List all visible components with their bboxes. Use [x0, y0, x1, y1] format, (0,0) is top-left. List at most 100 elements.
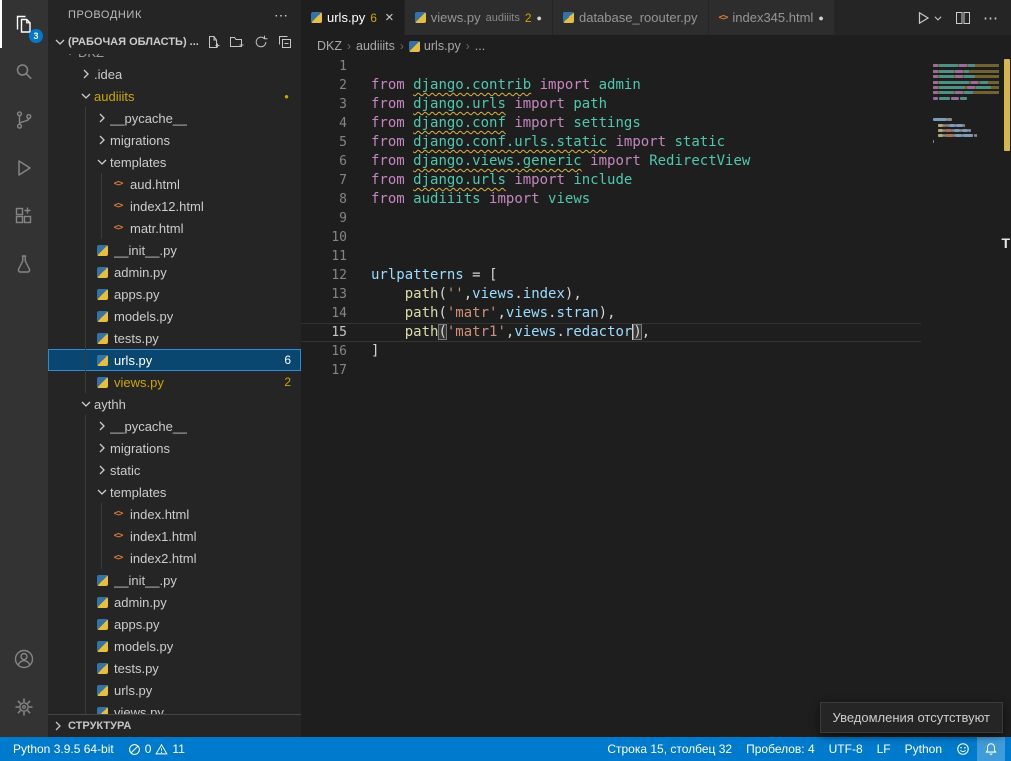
code-token: django.conf — [413, 115, 506, 131]
code-line-17[interactable]: 17 — [301, 361, 921, 380]
notifications-bell-icon[interactable] — [977, 737, 1005, 761]
breadcrumb-item--[interactable]: ... — [475, 39, 485, 53]
tree-item-migrations[interactable]: migrations — [48, 437, 301, 459]
tree-item-index2-html[interactable]: <>index2.html — [48, 547, 301, 569]
new-file-icon[interactable] — [205, 34, 221, 50]
code-editor[interactable]: 12from django.contrib import admin3from … — [301, 57, 1011, 737]
tree-item-urls-py[interactable]: urls.py — [48, 679, 301, 701]
code-line-8[interactable]: 8from audiiits import views — [301, 190, 921, 209]
tree-item-dkz[interactable]: DKZ — [48, 54, 301, 63]
modified-dot-icon[interactable]: ● — [818, 13, 823, 23]
tree-item-models-py[interactable]: models.py — [48, 635, 301, 657]
breadcrumb-item-audiiits[interactable]: audiiits — [356, 39, 395, 53]
tree-item-matr-html[interactable]: <>matr.html — [48, 217, 301, 239]
tree-item--init-py[interactable]: __init__.py — [48, 239, 301, 261]
tree-item-apps-py[interactable]: apps.py — [48, 613, 301, 635]
more-actions-icon[interactable]: ⋯ — [983, 9, 999, 27]
tree-item-apps-py[interactable]: apps.py — [48, 283, 301, 305]
close-icon[interactable]: × — [385, 10, 394, 25]
collapse-all-icon[interactable] — [277, 34, 293, 50]
tree-item-audiiits[interactable]: audiiits● — [48, 85, 301, 107]
refresh-icon[interactable] — [253, 34, 269, 50]
code-line-7[interactable]: 7from django.urls import include — [301, 171, 921, 190]
code-token — [371, 305, 405, 321]
feedback-icon[interactable] — [949, 737, 977, 761]
modified-dot-icon[interactable]: ● — [537, 13, 542, 23]
search-icon[interactable] — [0, 48, 48, 96]
breadcrumb-item-dkz[interactable]: DKZ — [317, 39, 342, 53]
tree-item-admin-py[interactable]: admin.py — [48, 591, 301, 613]
tree-item-views-py[interactable]: views.py2 — [48, 371, 301, 393]
breadcrumb-separator: › — [466, 39, 470, 53]
problems-item[interactable]: 0 11 — [121, 737, 192, 761]
outline-section-header[interactable]: СТРУКТУРА — [48, 714, 301, 737]
encoding-item[interactable]: UTF-8 — [822, 737, 870, 761]
tab-urls-py[interactable]: urls.py6× — [301, 0, 405, 35]
minimap-segment — [939, 86, 965, 89]
tab-database-roouter-py[interactable]: database_roouter.py — [553, 0, 709, 35]
line-content: from django.urls import path — [371, 95, 607, 114]
code-line-10[interactable]: 10 — [301, 228, 921, 247]
explorer-icon[interactable]: 3 — [0, 0, 48, 48]
code-line-6[interactable]: 6from django.views.generic import Redire… — [301, 152, 921, 171]
tree-item-aud-html[interactable]: <>aud.html — [48, 173, 301, 195]
sidebar-more-actions-icon[interactable]: ⋯ — [274, 7, 289, 24]
settings-icon[interactable] — [0, 683, 48, 731]
line-number: 17 — [301, 361, 371, 380]
overview-ruler[interactable]: T — [1001, 57, 1011, 737]
eol-item[interactable]: LF — [870, 737, 898, 761]
code-line-4[interactable]: 4from django.conf import settings — [301, 114, 921, 133]
code-line-5[interactable]: 5from django.conf.urls.static import sta… — [301, 133, 921, 152]
code-line-11[interactable]: 11 — [301, 247, 921, 266]
tree-item-aythh[interactable]: aythh — [48, 393, 301, 415]
code-line-12[interactable]: 12urlpatterns = [ — [301, 266, 921, 285]
code-line-14[interactable]: 14 path('matr',views.stran), — [301, 304, 921, 323]
tree-item-label: audiiits — [94, 89, 134, 104]
run-python-file-button[interactable] — [915, 10, 943, 26]
tree-item-urls-py[interactable]: urls.py6 — [48, 349, 301, 371]
tree-item-tests-py[interactable]: tests.py — [48, 657, 301, 679]
extensions-icon[interactable] — [0, 192, 48, 240]
accounts-icon[interactable] — [0, 635, 48, 683]
tree-item--pycache-[interactable]: __pycache__ — [48, 415, 301, 437]
tree-item-index12-html[interactable]: <>index12.html — [48, 195, 301, 217]
minimap-segment — [964, 91, 973, 94]
tree-item-index-html[interactable]: <>index.html — [48, 503, 301, 525]
tree-item-templates[interactable]: templates — [48, 481, 301, 503]
indentation-item[interactable]: Пробелов: 4 — [739, 737, 822, 761]
code-token — [405, 191, 413, 207]
split-editor-button[interactable] — [955, 10, 971, 26]
workspace-section-header[interactable]: (РАБОЧАЯ ОБЛАСТЬ) ... — [48, 30, 301, 54]
breadcrumb-item-urls-py[interactable]: urls.py — [409, 39, 461, 53]
tree-item-index1-html[interactable]: <>index1.html — [48, 525, 301, 547]
tab-index345-html[interactable]: <>index345.html● — [709, 0, 835, 35]
code-line-9[interactable]: 9 — [301, 209, 921, 228]
tree-item-migrations[interactable]: migrations — [48, 129, 301, 151]
tree-item-models-py[interactable]: models.py — [48, 305, 301, 327]
tree-item-admin-py[interactable]: admin.py — [48, 261, 301, 283]
source-control-icon[interactable] — [0, 96, 48, 144]
run-and-debug-icon[interactable] — [0, 144, 48, 192]
indent-guide — [101, 195, 102, 217]
minimap-segment — [939, 64, 957, 67]
code-line-13[interactable]: 13 path('',views.index), — [301, 285, 921, 304]
code-line-16[interactable]: 16] — [301, 342, 921, 361]
minimap[interactable] — [933, 59, 999, 151]
tree-item--init-py[interactable]: __init__.py — [48, 569, 301, 591]
tree-item-templates[interactable]: templates — [48, 151, 301, 173]
language-mode-item[interactable]: Python — [898, 737, 949, 761]
testing-icon[interactable] — [0, 240, 48, 288]
cursor-position-item[interactable]: Строка 15, столбец 32 — [600, 737, 739, 761]
code-line-3[interactable]: 3from django.urls import path — [301, 95, 921, 114]
tab-views-py[interactable]: views.pyaudiiits2● — [405, 0, 553, 35]
code-line-2[interactable]: 2from django.contrib import admin — [301, 76, 921, 95]
python-interpreter-item[interactable]: Python 3.9.5 64-bit — [6, 737, 121, 761]
code-line-1[interactable]: 1 — [301, 57, 921, 76]
tree-item--pycache-[interactable]: __pycache__ — [48, 107, 301, 129]
new-folder-icon[interactable] — [229, 34, 245, 50]
minimap-segment — [963, 134, 973, 137]
tree-item-static[interactable]: static — [48, 459, 301, 481]
tree-item-tests-py[interactable]: tests.py — [48, 327, 301, 349]
tree-item--idea[interactable]: .idea — [48, 63, 301, 85]
code-line-15[interactable]: 15 path('matr1',views.redactor), — [301, 323, 921, 342]
